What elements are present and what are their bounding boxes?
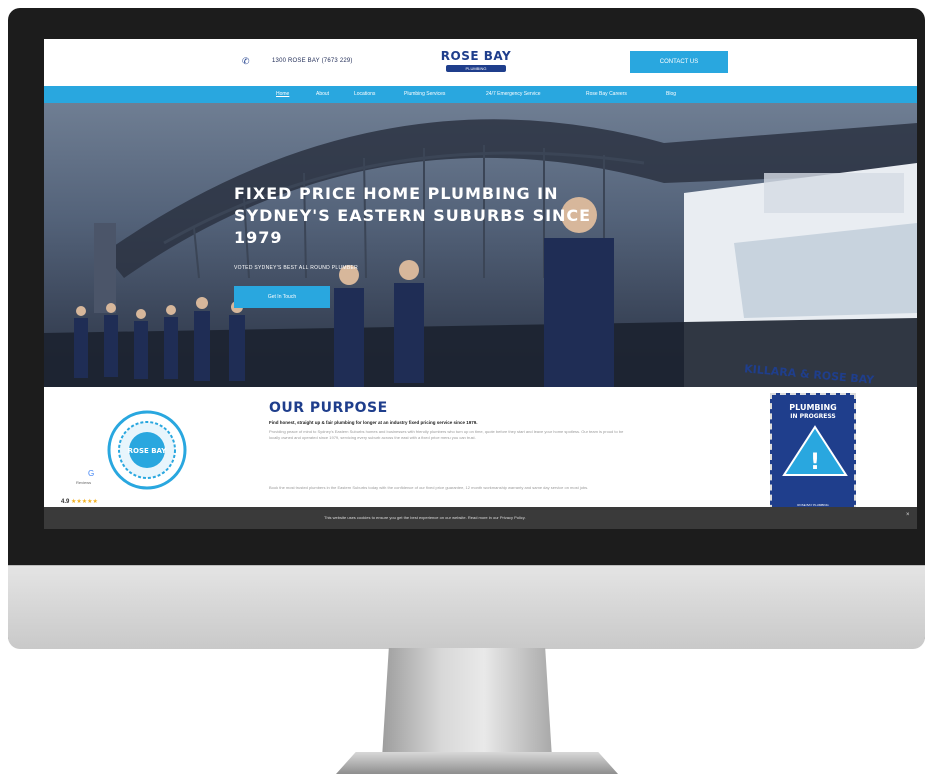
monitor-stand	[382, 648, 552, 758]
poster-title-2: IN PROGRESS	[790, 413, 836, 420]
phone-number-link[interactable]: 1300 ROSE BAY (7673 229)	[272, 58, 353, 64]
hero-title: FIXED PRICE HOME PLUMBING IN SYDNEY'S EA…	[234, 184, 592, 247]
logo-wordmark: ROSE BAY	[440, 49, 512, 63]
purpose-lead: Find honest, straight up & fair plumbing…	[269, 420, 478, 425]
nav-item-about[interactable]: About	[316, 91, 329, 97]
google-icon: G	[88, 469, 95, 478]
close-icon[interactable]: ×	[906, 512, 910, 518]
cookie-notice-bar: This website uses cookies to ensure you …	[44, 507, 917, 529]
plumbing-in-progress-poster: PLUMBING IN PROGRESS ! ROSE BAY PLUMBING	[770, 393, 856, 521]
nav-item-home[interactable]: Home	[276, 91, 289, 97]
warning-triangle-icon: !	[782, 425, 848, 476]
nav-item-blog[interactable]: Blog	[666, 91, 676, 97]
google-reviews-label: Reviews	[76, 480, 92, 485]
hero-subtitle: VOTED SYDNEY'S BEST ALL ROUND PLUMBER	[234, 265, 359, 271]
monitor-chin	[8, 565, 925, 649]
main-nav: Home About Locations Plumbing Services 2…	[44, 86, 917, 103]
nav-item-careers[interactable]: Rose Bay Careers	[586, 91, 627, 97]
badge-text: ROSE BAY	[128, 447, 168, 455]
monitor-base	[336, 752, 618, 774]
rating-value: 4.9	[61, 499, 70, 505]
site-logo[interactable]: ROSE BAY PLUMBING	[436, 49, 516, 72]
website-screen: ✆ 1300 ROSE BAY (7673 229) ROSE BAY PLUM…	[44, 39, 917, 529]
review-rating[interactable]: 4.9 ★★★★★	[61, 498, 98, 505]
rating-stars-icon: ★★★★★	[71, 499, 98, 505]
nav-item-emergency-service[interactable]: 24/7 Emergency Service	[486, 91, 540, 97]
purpose-title: OUR PURPOSE	[269, 400, 388, 416]
site-header: ✆ 1300 ROSE BAY (7673 229) ROSE BAY PLUM…	[44, 39, 917, 86]
poster-icon-glyph: !	[810, 450, 820, 475]
cookie-notice-text[interactable]: This website uses cookies to ensure you …	[324, 515, 526, 520]
purpose-body-2: Book the most trusted plumbers in the Ea…	[269, 485, 589, 490]
purpose-body-1: Providing peace of mind to Sydney's East…	[269, 429, 624, 440]
award-badge-icon: ROSE BAY	[107, 410, 187, 490]
nav-item-plumbing-services[interactable]: Plumbing Services	[404, 91, 445, 97]
phone-icon[interactable]: ✆	[242, 56, 252, 66]
hero-cta-button[interactable]: Get In Touch	[234, 286, 330, 308]
contact-us-button[interactable]: CONTACT US	[630, 51, 728, 73]
poster-title-1: PLUMBING	[789, 403, 837, 412]
logo-tagline: PLUMBING	[446, 65, 506, 72]
hero-banner: FIXED PRICE HOME PLUMBING IN SYDNEY'S EA…	[44, 103, 917, 387]
nav-item-locations[interactable]: Locations	[354, 91, 375, 97]
